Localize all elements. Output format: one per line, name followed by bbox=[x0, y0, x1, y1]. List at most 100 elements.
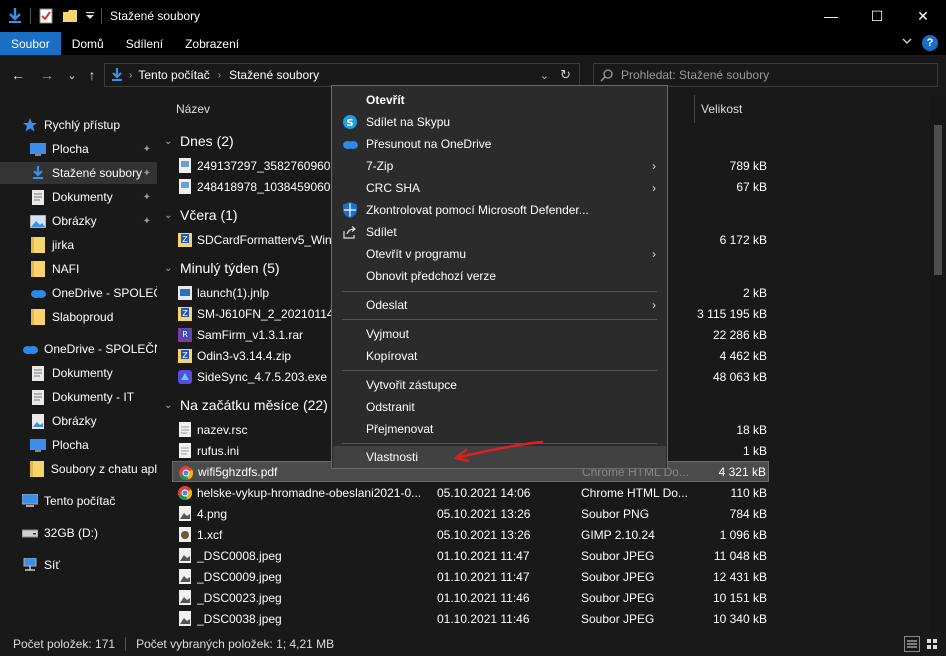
menu-item-sdilet-na-skypu[interactable]: S Sdílet na Skypu bbox=[333, 111, 666, 133]
download-arrow-icon bbox=[111, 68, 123, 82]
column-header-name[interactable]: Název bbox=[176, 95, 210, 123]
group-title: Dnes (2) bbox=[180, 133, 234, 149]
download-arrow-icon bbox=[6, 7, 24, 25]
tab-zobrazeni[interactable]: Zobrazení bbox=[174, 32, 250, 55]
sidebar-item-plocha[interactable]: Plocha ✦ bbox=[0, 138, 157, 160]
pin-icon: ✦ bbox=[142, 143, 151, 155]
menu-item-otevrit[interactable]: Otevřít bbox=[333, 89, 666, 111]
file-row[interactable]: 4.png 05.10.2021 13:26 Soubor PNG 784 kB bbox=[172, 503, 769, 524]
sidebar-item-32gb-d[interactable]: 32GB (D:) bbox=[0, 522, 157, 544]
file-icon bbox=[178, 422, 192, 437]
maximize-button[interactable]: ☐ bbox=[854, 0, 900, 32]
chevron-down-icon: ⌄ bbox=[164, 209, 173, 221]
sidebar-item-rychly-pristup[interactable]: Rychlý přístup bbox=[0, 114, 157, 136]
menu-item-odeslat[interactable]: Odeslat › bbox=[333, 294, 666, 316]
new-folder-icon[interactable] bbox=[61, 7, 79, 25]
menu-item-crc-sha[interactable]: CRC SHA › bbox=[333, 177, 666, 199]
context-menu: Otevřít S Sdílet na Skypu Přesunout na O… bbox=[331, 85, 668, 469]
menu-item-odstranit[interactable]: Odstranit bbox=[333, 396, 666, 418]
file-row[interactable]: 1.xcf 05.10.2021 13:26 GIMP 2.10.24 1 09… bbox=[172, 524, 769, 545]
menu-item-7zip[interactable]: 7-Zip › bbox=[333, 155, 666, 177]
file-row[interactable]: _DSC0023.jpeg 01.10.2021 11:46 Soubor JP… bbox=[172, 587, 769, 608]
file-row[interactable]: _DSC0008.jpeg 01.10.2021 11:47 Soubor JP… bbox=[172, 545, 769, 566]
file-row[interactable]: helske-vykup-hromadne-obeslani2021-0... … bbox=[172, 482, 769, 503]
document-icon bbox=[30, 365, 46, 381]
file-row[interactable]: _DSC0009.jpeg 01.10.2021 11:47 Soubor JP… bbox=[172, 566, 769, 587]
sidebar-item-soubory-z-chatu[interactable]: Soubory z chatu apl bbox=[0, 458, 157, 480]
customize-toolbar-icon[interactable] bbox=[85, 7, 95, 25]
file-type: Soubor JPEG bbox=[581, 611, 655, 626]
file-name: _DSC0008.jpeg bbox=[197, 548, 282, 563]
file-row[interactable]: _DSC0038.jpeg 01.10.2021 11:46 Soubor JP… bbox=[172, 608, 769, 629]
menu-item-label: CRC SHA bbox=[366, 181, 421, 195]
vertical-scrollbar[interactable] bbox=[930, 95, 946, 632]
breadcrumb-stazene-soubory[interactable]: Stažené soubory bbox=[229, 68, 319, 82]
forward-button[interactable]: → bbox=[37, 65, 57, 85]
sidebar-item-nafi[interactable]: NAFI bbox=[0, 258, 157, 280]
address-dropdown-button[interactable]: ⌄ bbox=[540, 69, 549, 82]
menu-item-otevrit-v-programu[interactable]: Otevřít v programu › bbox=[333, 243, 666, 265]
help-icon[interactable]: ? bbox=[922, 35, 938, 51]
file-name: _DSC0038.jpeg bbox=[197, 611, 282, 626]
breadcrumb-tento-pocitac[interactable]: Tento počítač bbox=[138, 68, 209, 82]
back-button[interactable]: ← bbox=[8, 65, 28, 85]
expand-ribbon-icon[interactable] bbox=[902, 37, 912, 49]
file-date: 01.10.2021 11:47 bbox=[437, 548, 530, 563]
group-header-na-zacatku-mesice[interactable]: ⌄ Na začátku měsíce (22) bbox=[164, 394, 328, 416]
sidebar-item-tento-pocitac[interactable]: Tento počítač bbox=[0, 490, 157, 512]
rar-icon: R bbox=[178, 327, 192, 342]
zip-icon: Z bbox=[178, 232, 192, 247]
search-box[interactable]: Prohledat: Stažené soubory bbox=[593, 63, 938, 87]
sidebar-item-plocha-2[interactable]: Plocha bbox=[0, 434, 157, 456]
group-header-vcera[interactable]: ⌄ Včera (1) bbox=[164, 204, 238, 226]
refresh-button[interactable]: ↻ bbox=[560, 67, 571, 83]
tiles-view-icon[interactable] bbox=[924, 636, 940, 652]
file-size: 11 048 kB bbox=[713, 548, 767, 563]
close-button[interactable]: ✕ bbox=[900, 0, 946, 32]
cloud-icon bbox=[22, 341, 38, 357]
sidebar-item-onedrive-1[interactable]: OneDrive - SPOLEČ bbox=[0, 282, 157, 304]
menu-item-label: Přesunout na OneDrive bbox=[366, 137, 492, 151]
sidebar-item-stazene-soubory[interactable]: Stažené soubory ✦ bbox=[0, 162, 157, 184]
tab-domu[interactable]: Domů bbox=[61, 32, 115, 55]
address-bar[interactable]: › Tento počítač › Stažené soubory ⌄ ↻ bbox=[104, 63, 580, 87]
sidebar-item-dokumenty[interactable]: Dokumenty ✦ bbox=[0, 186, 157, 208]
file-type: Soubor PNG bbox=[581, 506, 650, 521]
menu-separator bbox=[342, 370, 657, 371]
menu-item-vytvorit-zastupce[interactable]: Vytvořit zástupce bbox=[333, 374, 666, 396]
details-view-icon[interactable] bbox=[904, 636, 920, 652]
column-header-size[interactable]: Velikost bbox=[701, 95, 742, 123]
sidebar-item-onedrive-2[interactable]: OneDrive - SPOLEČN bbox=[0, 338, 157, 360]
menu-item-obnovit-predchozi-verze[interactable]: Obnovit předchozí verze bbox=[333, 265, 666, 287]
tab-soubor[interactable]: Soubor bbox=[0, 32, 61, 55]
recent-locations-button[interactable]: ⌄ bbox=[62, 65, 82, 85]
selection-info: Počet vybraných položek: 1; 4,21 MB bbox=[136, 637, 335, 651]
sidebar-item-label: jirka bbox=[52, 238, 75, 252]
menu-item-microsoft-defender[interactable]: Zkontrolovat pomocí Microsoft Defender..… bbox=[333, 199, 666, 221]
sidebar-item-obrazky-2[interactable]: Obrázky bbox=[0, 410, 157, 432]
sidebar-item-jirka[interactable]: jirka bbox=[0, 234, 157, 256]
menu-item-sdilet[interactable]: Sdílet bbox=[333, 221, 666, 243]
zip-icon: Z bbox=[178, 348, 192, 363]
up-button[interactable]: ↑ bbox=[82, 65, 102, 85]
submenu-arrow-icon: › bbox=[652, 247, 656, 261]
sidebar-item-sit[interactable]: Síť bbox=[0, 554, 157, 576]
sidebar-item-dokumenty-it[interactable]: Dokumenty - IT bbox=[0, 386, 157, 408]
sidebar-item-obrazky[interactable]: Obrázky ✦ bbox=[0, 210, 157, 232]
sidebar-item-slaboproud[interactable]: Slaboproud bbox=[0, 306, 157, 328]
scrollbar-thumb[interactable] bbox=[934, 125, 942, 275]
tab-sdileni[interactable]: Sdílení bbox=[115, 32, 174, 55]
menu-item-kopirovat[interactable]: Kopírovat bbox=[333, 345, 666, 367]
status-separator bbox=[125, 637, 127, 651]
jnlp-icon bbox=[178, 285, 192, 300]
search-input[interactable]: Prohledat: Stažené soubory bbox=[621, 68, 769, 82]
properties-icon[interactable] bbox=[37, 7, 55, 25]
menu-item-vyjmout[interactable]: Vyjmout bbox=[333, 323, 666, 345]
sidebar-item-dokumenty-2[interactable]: Dokumenty bbox=[0, 362, 157, 384]
group-header-dnes[interactable]: ⌄ Dnes (2) bbox=[164, 130, 234, 152]
minimize-button[interactable]: — bbox=[808, 0, 854, 32]
file-date: 01.10.2021 11:47 bbox=[437, 569, 530, 584]
menu-item-presunout-na-onedrive[interactable]: Přesunout na OneDrive bbox=[333, 133, 666, 155]
group-header-minuly-tyden[interactable]: ⌄ Minulý týden (5) bbox=[164, 257, 280, 279]
menu-item-prejmenovat[interactable]: Přejmenovat bbox=[333, 418, 666, 440]
